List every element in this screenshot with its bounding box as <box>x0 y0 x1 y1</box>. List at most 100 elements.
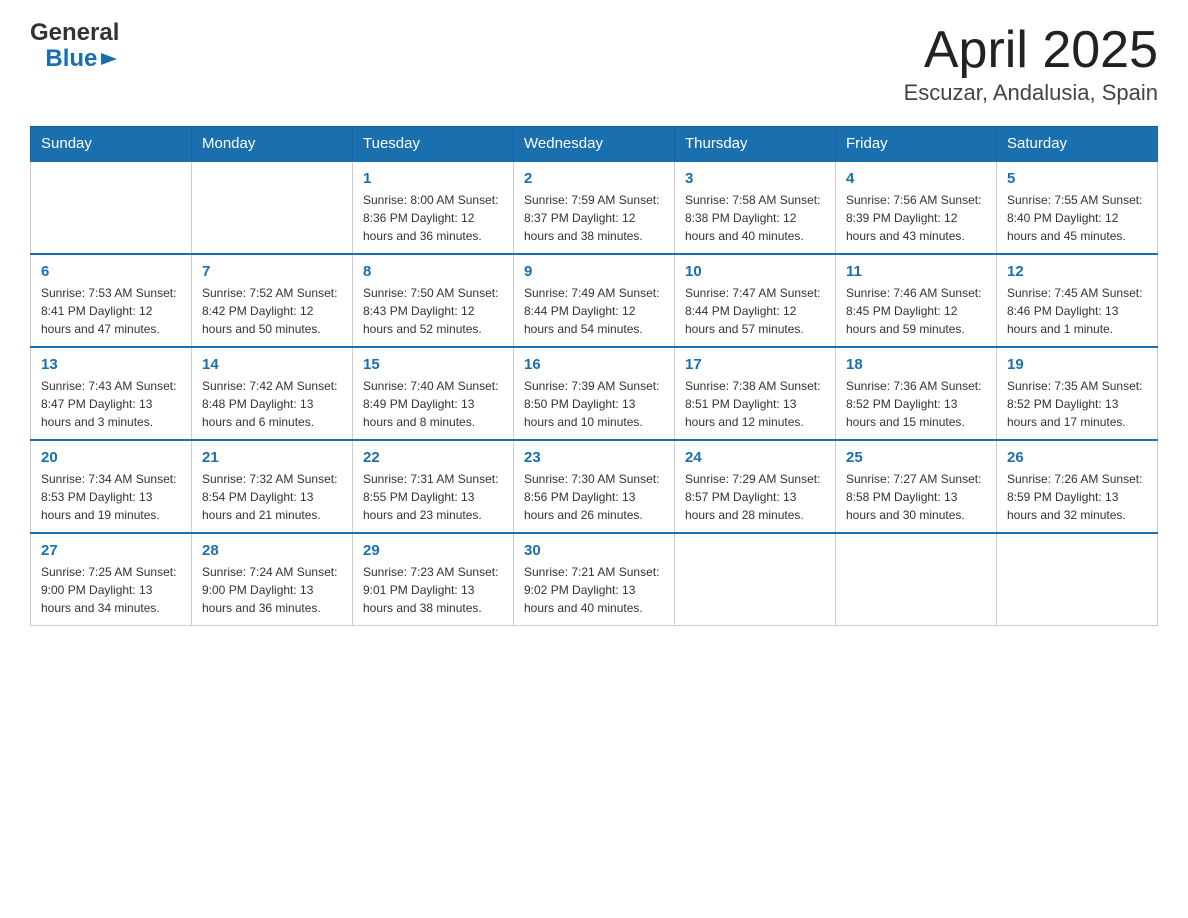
day-number: 29 <box>363 542 503 559</box>
calendar-cell: 1 Sunrise: 8:00 AM Sunset: 8:36 PM Daylig… <box>353 161 514 254</box>
calendar-cell: 4Sunrise: 7:56 AM Sunset: 8:39 PM Daylig… <box>836 161 997 254</box>
day-info: Sunrise: 7:55 AM Sunset: 8:40 PM Dayligh… <box>1007 191 1147 245</box>
day-info: Sunrise: 7:47 AM Sunset: 8:44 PM Dayligh… <box>685 284 825 338</box>
calendar-cell: 23Sunrise: 7:30 AM Sunset: 8:56 PM Dayli… <box>514 440 675 533</box>
day-number: 19 <box>1007 356 1147 373</box>
day-number: 17 <box>685 356 825 373</box>
day-number: 12 <box>1007 263 1147 280</box>
calendar-cell: 10 Sunrise: 7:47 AM Sunset: 8:44 PM Dayli… <box>675 254 836 347</box>
day-number: 4 <box>846 170 986 187</box>
calendar-cell: 29 Sunrise: 7:23 AM Sunset: 9:01 PM Dayli… <box>353 533 514 626</box>
day-info: Sunrise: 7:58 AM Sunset: 8:38 PM Dayligh… <box>685 191 825 245</box>
day-info: Sunrise: 7:45 AM Sunset: 8:46 PM Dayligh… <box>1007 284 1147 338</box>
calendar-cell <box>31 161 192 254</box>
calendar-week-row: 6Sunrise: 7:53 AM Sunset: 8:41 PM Daylig… <box>31 254 1158 347</box>
day-number: 11 <box>846 263 986 280</box>
calendar-cell: 19 Sunrise: 7:35 AM Sunset: 8:52 PM Dayli… <box>997 347 1158 440</box>
calendar-cell: 17 Sunrise: 7:38 AM Sunset: 8:51 PM Dayli… <box>675 347 836 440</box>
calendar-cell: 7Sunrise: 7:52 AM Sunset: 8:42 PM Daylig… <box>192 254 353 347</box>
calendar-day-header: Tuesday <box>353 127 514 162</box>
calendar-cell: 21Sunrise: 7:32 AM Sunset: 8:54 PM Dayli… <box>192 440 353 533</box>
calendar-cell: 2 Sunrise: 7:59 AM Sunset: 8:37 PM Daylig… <box>514 161 675 254</box>
calendar-day-header: Thursday <box>675 127 836 162</box>
day-number: 26 <box>1007 449 1147 466</box>
calendar-cell: 6Sunrise: 7:53 AM Sunset: 8:41 PM Daylig… <box>31 254 192 347</box>
day-number: 2 <box>524 170 664 187</box>
day-info: Sunrise: 7:23 AM Sunset: 9:01 PM Dayligh… <box>363 563 503 617</box>
day-info: Sunrise: 7:27 AM Sunset: 8:58 PM Dayligh… <box>846 470 986 524</box>
calendar-week-row: 13 Sunrise: 7:43 AM Sunset: 8:47 PM Dayli… <box>31 347 1158 440</box>
page-subtitle: Escuzar, Andalusia, Spain <box>904 80 1158 106</box>
day-info: Sunrise: 7:53 AM Sunset: 8:41 PM Dayligh… <box>41 284 181 338</box>
day-info: Sunrise: 7:46 AM Sunset: 8:45 PM Dayligh… <box>846 284 986 338</box>
calendar-cell: 30Sunrise: 7:21 AM Sunset: 9:02 PM Dayli… <box>514 533 675 626</box>
day-number: 24 <box>685 449 825 466</box>
day-info: Sunrise: 7:36 AM Sunset: 8:52 PM Dayligh… <box>846 377 986 431</box>
day-number: 3 <box>685 170 825 187</box>
day-info: Sunrise: 7:49 AM Sunset: 8:44 PM Dayligh… <box>524 284 664 338</box>
day-number: 14 <box>202 356 342 373</box>
day-info: Sunrise: 8:00 AM Sunset: 8:36 PM Dayligh… <box>363 191 503 245</box>
calendar-day-header: Monday <box>192 127 353 162</box>
calendar-cell <box>836 533 997 626</box>
calendar-cell: 11 Sunrise: 7:46 AM Sunset: 8:45 PM Dayli… <box>836 254 997 347</box>
day-info: Sunrise: 7:24 AM Sunset: 9:00 PM Dayligh… <box>202 563 342 617</box>
calendar-cell: 5 Sunrise: 7:55 AM Sunset: 8:40 PM Daylig… <box>997 161 1158 254</box>
logo-arrow-icon <box>99 49 119 69</box>
day-number: 8 <box>363 263 503 280</box>
day-info: Sunrise: 7:35 AM Sunset: 8:52 PM Dayligh… <box>1007 377 1147 431</box>
day-info: Sunrise: 7:50 AM Sunset: 8:43 PM Dayligh… <box>363 284 503 338</box>
calendar-cell: 28 Sunrise: 7:24 AM Sunset: 9:00 PM Dayli… <box>192 533 353 626</box>
calendar-cell: 25 Sunrise: 7:27 AM Sunset: 8:58 PM Dayli… <box>836 440 997 533</box>
calendar-cell: 9 Sunrise: 7:49 AM Sunset: 8:44 PM Daylig… <box>514 254 675 347</box>
calendar-week-row: 27 Sunrise: 7:25 AM Sunset: 9:00 PM Dayli… <box>31 533 1158 626</box>
day-info: Sunrise: 7:21 AM Sunset: 9:02 PM Dayligh… <box>524 563 664 617</box>
calendar-cell: 22Sunrise: 7:31 AM Sunset: 8:55 PM Dayli… <box>353 440 514 533</box>
page-header: General Blue April 2025 Escuzar, Andalus… <box>30 20 1158 106</box>
day-info: Sunrise: 7:59 AM Sunset: 8:37 PM Dayligh… <box>524 191 664 245</box>
day-number: 10 <box>685 263 825 280</box>
calendar-week-row: 20 Sunrise: 7:34 AM Sunset: 8:53 PM Dayli… <box>31 440 1158 533</box>
day-number: 16 <box>524 356 664 373</box>
calendar-cell: 3 Sunrise: 7:58 AM Sunset: 8:38 PM Daylig… <box>675 161 836 254</box>
logo: General Blue <box>30 20 119 73</box>
calendar-cell <box>675 533 836 626</box>
calendar-day-header: Friday <box>836 127 997 162</box>
calendar-cell: 18Sunrise: 7:36 AM Sunset: 8:52 PM Dayli… <box>836 347 997 440</box>
day-info: Sunrise: 7:32 AM Sunset: 8:54 PM Dayligh… <box>202 470 342 524</box>
day-number: 7 <box>202 263 342 280</box>
day-info: Sunrise: 7:26 AM Sunset: 8:59 PM Dayligh… <box>1007 470 1147 524</box>
day-number: 25 <box>846 449 986 466</box>
calendar-day-header: Wednesday <box>514 127 675 162</box>
calendar-cell: 27 Sunrise: 7:25 AM Sunset: 9:00 PM Dayli… <box>31 533 192 626</box>
day-number: 15 <box>363 356 503 373</box>
day-info: Sunrise: 7:43 AM Sunset: 8:47 PM Dayligh… <box>41 377 181 431</box>
calendar-day-header: Sunday <box>31 127 192 162</box>
calendar-table: SundayMondayTuesdayWednesdayThursdayFrid… <box>30 126 1158 626</box>
day-number: 9 <box>524 263 664 280</box>
calendar-cell: 20 Sunrise: 7:34 AM Sunset: 8:53 PM Dayli… <box>31 440 192 533</box>
calendar-cell: 12 Sunrise: 7:45 AM Sunset: 8:46 PM Dayli… <box>997 254 1158 347</box>
page-title: April 2025 <box>904 20 1158 80</box>
day-info: Sunrise: 7:40 AM Sunset: 8:49 PM Dayligh… <box>363 377 503 431</box>
day-number: 27 <box>41 542 181 559</box>
day-info: Sunrise: 7:38 AM Sunset: 8:51 PM Dayligh… <box>685 377 825 431</box>
day-info: Sunrise: 7:34 AM Sunset: 8:53 PM Dayligh… <box>41 470 181 524</box>
day-number: 20 <box>41 449 181 466</box>
day-number: 5 <box>1007 170 1147 187</box>
calendar-day-header: Saturday <box>997 127 1158 162</box>
calendar-cell: 15 Sunrise: 7:40 AM Sunset: 8:49 PM Dayli… <box>353 347 514 440</box>
day-number: 28 <box>202 542 342 559</box>
calendar-cell: 13 Sunrise: 7:43 AM Sunset: 8:47 PM Dayli… <box>31 347 192 440</box>
day-info: Sunrise: 7:25 AM Sunset: 9:00 PM Dayligh… <box>41 563 181 617</box>
calendar-cell <box>997 533 1158 626</box>
calendar-cell: 24Sunrise: 7:29 AM Sunset: 8:57 PM Dayli… <box>675 440 836 533</box>
title-block: April 2025 Escuzar, Andalusia, Spain <box>904 20 1158 106</box>
day-info: Sunrise: 7:42 AM Sunset: 8:48 PM Dayligh… <box>202 377 342 431</box>
day-number: 1 <box>363 170 503 187</box>
calendar-cell: 26 Sunrise: 7:26 AM Sunset: 8:59 PM Dayli… <box>997 440 1158 533</box>
day-number: 13 <box>41 356 181 373</box>
calendar-cell: 14 Sunrise: 7:42 AM Sunset: 8:48 PM Dayli… <box>192 347 353 440</box>
day-info: Sunrise: 7:31 AM Sunset: 8:55 PM Dayligh… <box>363 470 503 524</box>
calendar-cell <box>192 161 353 254</box>
